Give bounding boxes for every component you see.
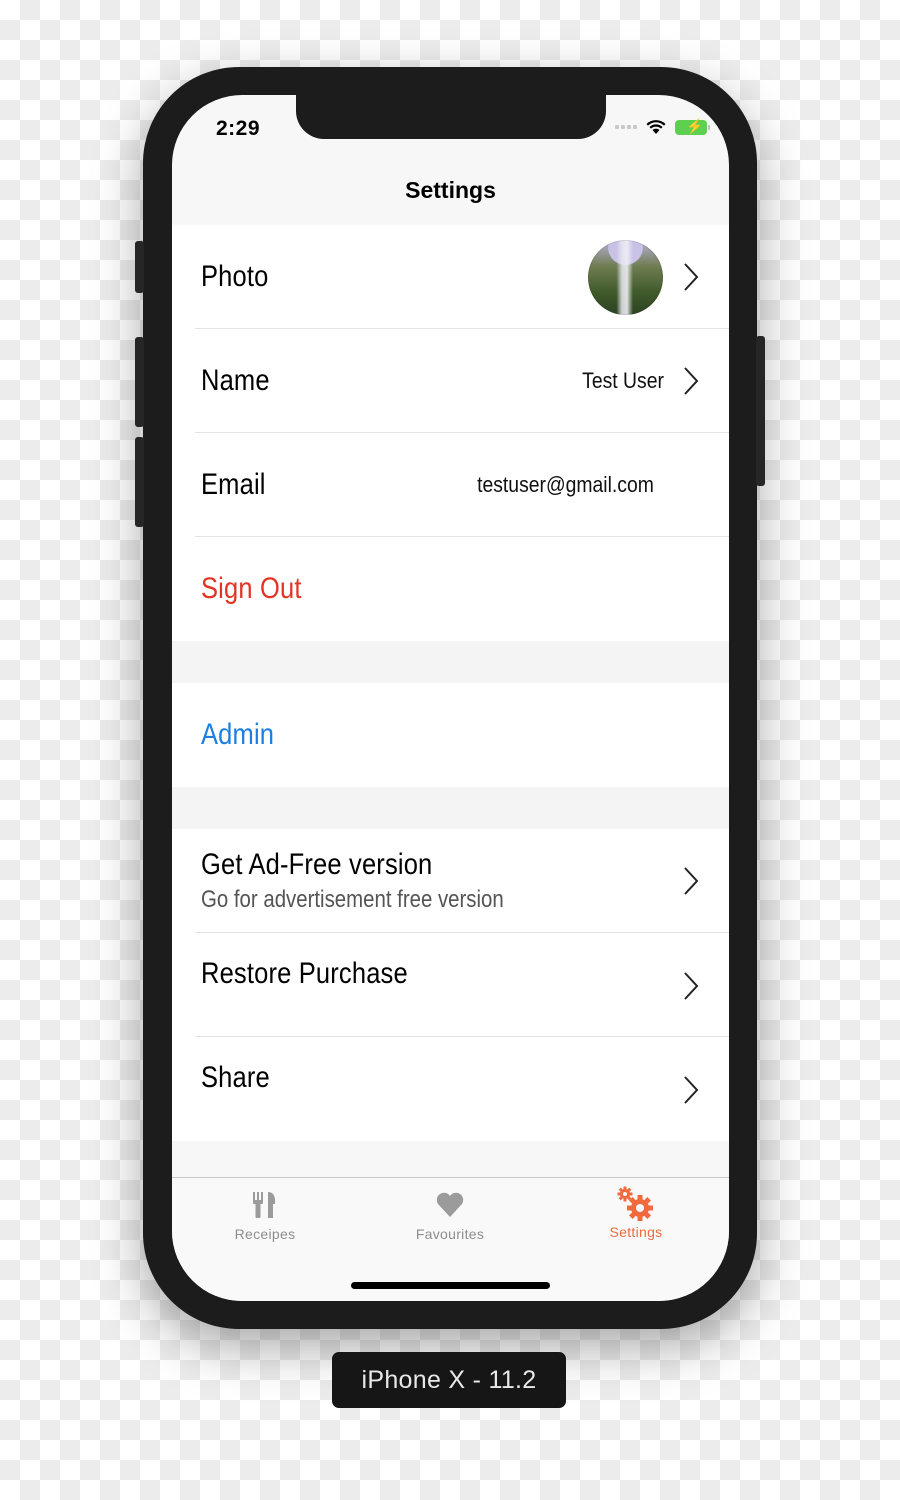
phone-screen: 2:29 ⚡ Settings Photo Name Test User Ema… xyxy=(172,95,729,1301)
row-label: Sign Out xyxy=(201,572,302,605)
chevron-right-icon xyxy=(684,367,699,395)
tab-favourites[interactable]: Favourites xyxy=(357,1178,543,1268)
gears-icon xyxy=(617,1186,653,1221)
home-indicator[interactable] xyxy=(351,1282,550,1289)
tab-settings[interactable]: Settings xyxy=(543,1178,729,1268)
avatar[interactable] xyxy=(588,239,663,315)
name-row[interactable]: Name Test User xyxy=(172,329,729,433)
admin-button[interactable]: Admin xyxy=(172,683,729,787)
section-gap xyxy=(172,641,729,683)
volume-down-button xyxy=(135,437,144,527)
signal-dots-icon xyxy=(615,125,637,129)
tab-receipes[interactable]: Receipes xyxy=(172,1178,358,1268)
row-label: Share xyxy=(201,1061,270,1094)
fork-knife-icon xyxy=(253,1192,276,1218)
mute-switch xyxy=(135,241,144,293)
chevron-right-icon xyxy=(684,972,699,1000)
sign-out-button[interactable]: Sign Out xyxy=(172,537,729,641)
row-subtitle: Go for advertisement free version xyxy=(201,886,504,913)
battery-charging-icon: ⚡ xyxy=(675,118,710,135)
section-gap xyxy=(172,787,729,829)
status-time: 2:29 xyxy=(216,117,261,140)
email-row[interactable]: Email testuser@gmail.com xyxy=(172,433,729,537)
status-icons: ⚡ xyxy=(615,118,710,135)
row-label: Restore Purchase xyxy=(201,957,408,990)
share-row[interactable]: Share xyxy=(172,1037,729,1141)
volume-up-button xyxy=(135,337,144,427)
email-value: testuser@gmail.com xyxy=(477,472,654,497)
row-label: Email xyxy=(201,468,266,501)
power-button xyxy=(756,336,765,486)
tab-label: Settings xyxy=(609,1224,663,1240)
photo-row[interactable]: Photo xyxy=(172,225,729,329)
restore-purchase-row[interactable]: Restore Purchase xyxy=(172,933,729,1037)
page-title: Settings xyxy=(405,177,496,203)
settings-list: Photo Name Test User Email testuser@gmai… xyxy=(172,225,729,1141)
heart-icon xyxy=(436,1192,464,1217)
chevron-right-icon xyxy=(684,263,699,291)
row-label: Photo xyxy=(201,260,269,293)
name-value: Test User xyxy=(582,368,664,393)
row-label: Get Ad-Free version xyxy=(201,848,433,881)
tab-bar: Receipes Favourites Settings xyxy=(172,1177,729,1301)
notch xyxy=(296,95,606,139)
wifi-icon xyxy=(646,120,666,134)
tab-label: Favourites xyxy=(415,1226,485,1242)
ad-free-row[interactable]: Get Ad-Free version Go for advertisement… xyxy=(172,829,729,933)
tab-label: Receipes xyxy=(234,1226,296,1242)
row-label: Admin xyxy=(201,718,275,751)
row-label: Name xyxy=(201,364,270,397)
chevron-right-icon xyxy=(684,867,699,895)
chevron-right-icon xyxy=(684,1076,699,1104)
device-label: iPhone X - 11.2 xyxy=(332,1352,566,1408)
